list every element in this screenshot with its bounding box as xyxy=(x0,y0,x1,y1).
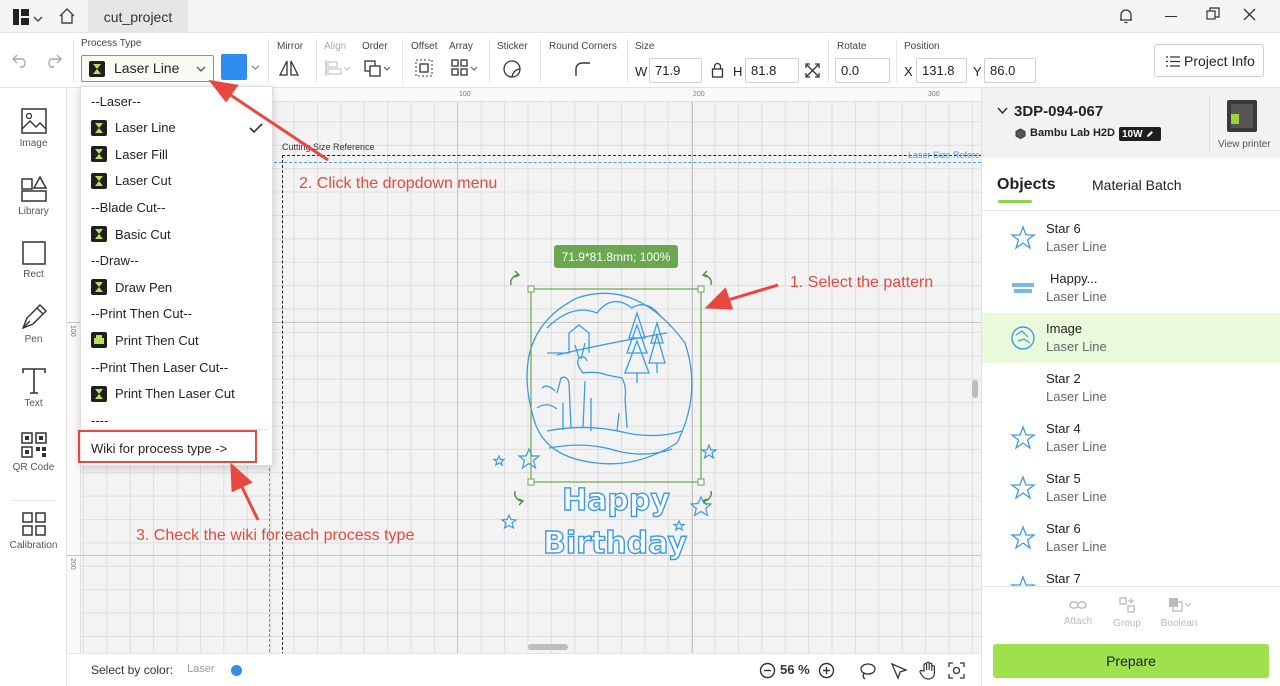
annotation-step-3: 3. Check the wiki for each process type xyxy=(136,527,415,544)
annotation-step-1: 1. Select the pattern xyxy=(790,274,934,291)
annotation-step-2: 2. Click the dropdown menu xyxy=(299,175,498,192)
annotation-arrows xyxy=(78,79,779,521)
